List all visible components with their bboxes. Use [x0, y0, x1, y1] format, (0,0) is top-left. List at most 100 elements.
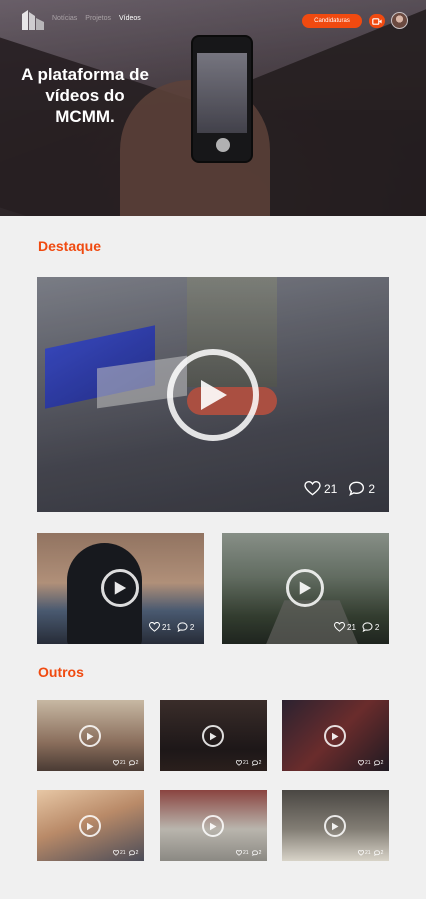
- play-button[interactable]: [167, 349, 259, 441]
- comment-icon: [251, 850, 258, 856]
- other-video-5[interactable]: 21 2: [160, 790, 267, 861]
- section-title-outros: Outros: [38, 664, 84, 680]
- heart-icon: [358, 850, 364, 856]
- comment-icon: [349, 481, 365, 496]
- heart-icon: [113, 760, 119, 766]
- comment-icon: [177, 622, 188, 632]
- likes-count: 21: [120, 760, 126, 766]
- other-video-3[interactable]: 21 2: [282, 700, 389, 771]
- video-stats: 21 2: [113, 850, 138, 856]
- comments[interactable]: 2: [373, 850, 384, 856]
- play-icon: [201, 380, 227, 410]
- likes-count: 21: [243, 760, 249, 766]
- comments[interactable]: 2: [373, 760, 384, 766]
- video-camera-icon: [372, 17, 382, 25]
- comments[interactable]: 2: [348, 481, 375, 496]
- comments[interactable]: 2: [128, 760, 139, 766]
- comments[interactable]: 2: [362, 622, 379, 632]
- likes[interactable]: 21: [113, 850, 126, 856]
- play-button[interactable]: [324, 815, 346, 837]
- comment-icon: [373, 850, 380, 856]
- comments-count: 2: [135, 850, 139, 856]
- play-button[interactable]: [79, 725, 101, 747]
- video-camera-button[interactable]: [369, 14, 385, 28]
- likes-count: 21: [162, 622, 171, 632]
- other-video-2[interactable]: 21 2: [160, 700, 267, 771]
- comment-icon: [373, 760, 380, 766]
- likes[interactable]: 21: [334, 622, 356, 632]
- section-title-destaque: Destaque: [38, 238, 102, 254]
- likes[interactable]: 21: [113, 760, 126, 766]
- likes-count: 21: [365, 850, 371, 856]
- comments-count: 2: [189, 622, 195, 632]
- likes-count: 21: [120, 850, 126, 856]
- likes[interactable]: 21: [236, 850, 249, 856]
- user-avatar[interactable]: [391, 12, 408, 29]
- featured-video-2[interactable]: 21 2: [37, 533, 204, 644]
- featured-video-3[interactable]: 21 2: [222, 533, 389, 644]
- video-stats: 21 2: [358, 760, 383, 766]
- comments[interactable]: 2: [177, 622, 194, 632]
- candidaturas-button[interactable]: Candidaturas: [302, 14, 362, 28]
- play-icon: [299, 581, 312, 595]
- other-video-1[interactable]: 21 2: [37, 700, 144, 771]
- likes-count: 21: [243, 850, 249, 856]
- heart-icon: [334, 622, 345, 632]
- play-button[interactable]: [324, 725, 346, 747]
- mcmm-logo-icon[interactable]: [22, 10, 44, 30]
- likes-count: 21: [324, 481, 338, 496]
- likes[interactable]: 21: [358, 850, 371, 856]
- comment-icon: [128, 760, 135, 766]
- main-nav: Notícias Projetos Vídeos: [52, 15, 141, 22]
- play-button[interactable]: [202, 725, 224, 747]
- nav-item-projetos[interactable]: Projetos: [85, 15, 111, 22]
- comments[interactable]: 2: [251, 760, 262, 766]
- play-button[interactable]: [286, 569, 324, 607]
- nav-item-noticias[interactable]: Notícias: [52, 15, 77, 22]
- video-stats: 21 2: [236, 760, 261, 766]
- likes-count: 21: [365, 760, 371, 766]
- other-video-4[interactable]: 21 2: [37, 790, 144, 861]
- featured-video-main[interactable]: 21 2: [37, 277, 389, 512]
- likes[interactable]: 21: [304, 481, 337, 496]
- comment-icon: [362, 622, 373, 632]
- heart-icon: [358, 760, 364, 766]
- comments[interactable]: 2: [128, 850, 139, 856]
- play-button[interactable]: [101, 569, 139, 607]
- comments-count: 2: [374, 622, 380, 632]
- likes[interactable]: 21: [358, 760, 371, 766]
- hero-title: A plataforma de vídeos do MCMM.: [21, 65, 149, 126]
- play-button[interactable]: [79, 815, 101, 837]
- heart-icon: [304, 481, 321, 496]
- video-stats: 21 2: [236, 850, 261, 856]
- other-video-6[interactable]: 21 2: [282, 790, 389, 861]
- comments-count: 2: [258, 850, 262, 856]
- nav-item-videos[interactable]: Vídeos: [119, 15, 141, 22]
- likes[interactable]: 21: [236, 760, 249, 766]
- comments-count: 2: [368, 481, 376, 496]
- play-button[interactable]: [202, 815, 224, 837]
- play-icon: [114, 581, 127, 595]
- heart-icon: [236, 850, 242, 856]
- hero-banner: Notícias Projetos Vídeos Candidaturas A …: [0, 0, 426, 216]
- video-stats: 21 2: [113, 760, 138, 766]
- comments-count: 2: [380, 850, 384, 856]
- video-stats: 21 2: [334, 622, 379, 632]
- play-icon: [87, 732, 94, 740]
- comments-count: 2: [380, 760, 384, 766]
- heart-icon: [149, 622, 160, 632]
- heart-icon: [236, 760, 242, 766]
- comment-icon: [128, 850, 135, 856]
- likes[interactable]: 21: [149, 622, 171, 632]
- play-icon: [210, 732, 217, 740]
- play-icon: [332, 822, 339, 830]
- likes-count: 21: [347, 622, 356, 632]
- play-icon: [210, 822, 217, 830]
- comments-count: 2: [258, 760, 262, 766]
- comments[interactable]: 2: [251, 850, 262, 856]
- play-icon: [87, 822, 94, 830]
- video-stats: 21 2: [358, 850, 383, 856]
- comments-count: 2: [135, 760, 139, 766]
- comment-icon: [251, 760, 258, 766]
- video-stats: 21 2: [149, 622, 194, 632]
